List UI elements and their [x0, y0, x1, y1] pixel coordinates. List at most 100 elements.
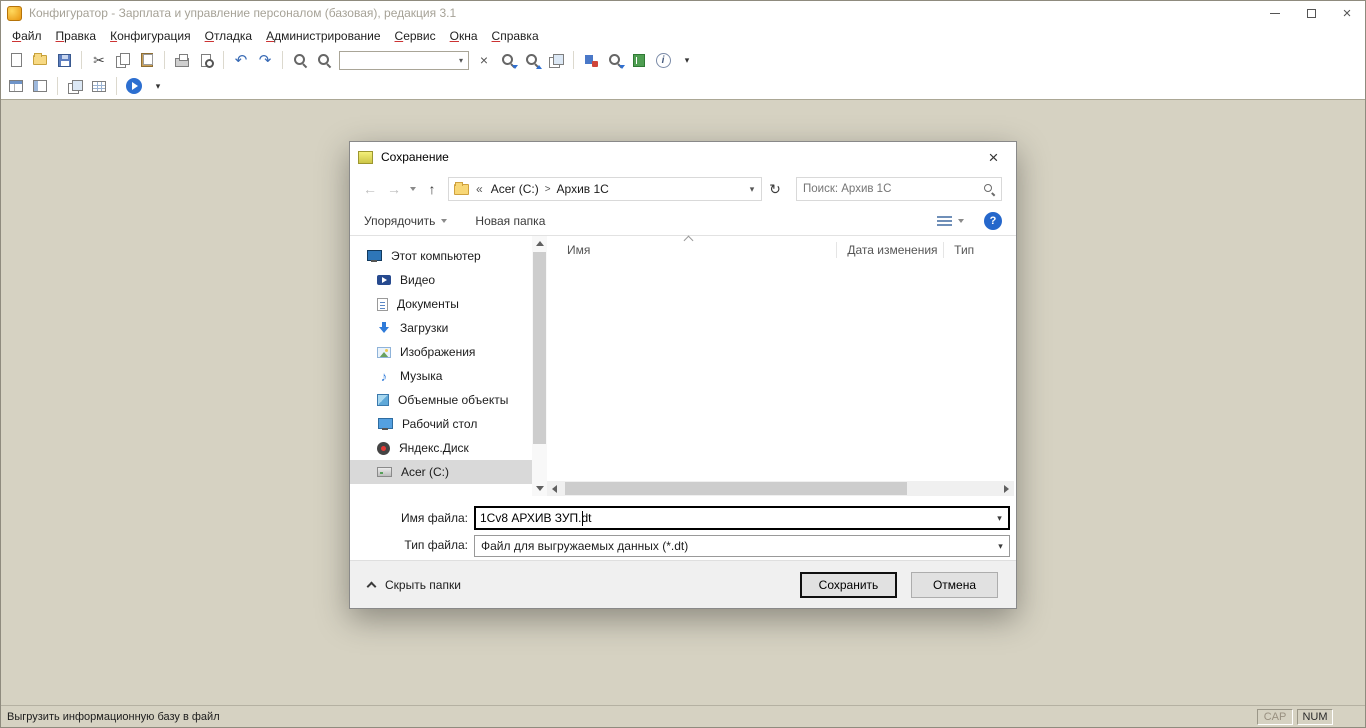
find-button[interactable] [289, 49, 311, 71]
sidebar-item-label: Изображения [400, 345, 475, 359]
breadcrumb-folder[interactable]: Архив 1С [554, 182, 612, 196]
organize-button[interactable]: Упорядочить [364, 214, 447, 228]
menu-help[interactable]: Справка [485, 26, 546, 46]
scroll-down-button[interactable] [532, 481, 547, 496]
save-file-button[interactable] [53, 49, 75, 71]
copy-button[interactable] [112, 49, 134, 71]
interface-icon [33, 80, 47, 92]
new-file-icon [11, 53, 22, 67]
sidebar-item-drive-c[interactable]: Acer (C:) [350, 460, 532, 484]
about-button[interactable] [652, 49, 674, 71]
toolbar-overflow-button[interactable]: ▾ [676, 49, 698, 71]
open-file-button[interactable] [29, 49, 51, 71]
clear-find-button[interactable]: × [473, 49, 495, 71]
sidebar-item-desktop[interactable]: Рабочий стол [350, 412, 532, 436]
menu-service[interactable]: Сервис [388, 26, 443, 46]
sidebar-item-pictures[interactable]: Изображения [350, 340, 532, 364]
save-icon [58, 54, 71, 67]
find-input[interactable] [340, 53, 454, 67]
menu-administration[interactable]: Администрирование [259, 26, 387, 46]
menu-debug[interactable]: Отладка [198, 26, 259, 46]
new-file-button[interactable] [5, 49, 27, 71]
module-search-button[interactable] [604, 49, 626, 71]
toolbar-separator [282, 51, 283, 69]
start-debug-button[interactable] [123, 75, 145, 97]
redo-button[interactable]: ↷ [254, 49, 276, 71]
syntax-help-button[interactable] [628, 49, 650, 71]
filename-combobox[interactable]: ▾ [474, 506, 1010, 530]
check-syntax-button[interactable] [580, 49, 602, 71]
menu-windows[interactable]: Окна [443, 26, 485, 46]
forward-button[interactable]: → [382, 177, 406, 201]
back-button[interactable]: ← [358, 177, 382, 201]
cut-button[interactable]: ✂ [88, 49, 110, 71]
help-button[interactable] [984, 212, 1002, 230]
change-view-button[interactable] [937, 215, 964, 227]
find-next-button[interactable] [497, 49, 519, 71]
history-dropdown-button[interactable] [406, 187, 420, 191]
up-button[interactable]: ↑ [420, 177, 444, 201]
sidebar-item-3d-objects[interactable]: Объемные объекты [350, 388, 532, 412]
table-button[interactable] [88, 75, 110, 97]
desktop-icon [377, 417, 393, 431]
print-preview-button[interactable] [195, 49, 217, 71]
menu-file[interactable]: Файл [5, 26, 49, 46]
window-list-button[interactable] [545, 49, 567, 71]
sidebar-item-downloads[interactable]: Загрузки [350, 316, 532, 340]
chevron-down-icon[interactable]: ▾ [991, 508, 1008, 528]
find-combobox[interactable]: ▾ [339, 51, 469, 70]
hide-folders-button[interactable]: Скрыть папки [368, 578, 461, 592]
undo-button[interactable]: ↶ [230, 49, 252, 71]
scrollbar-thumb[interactable] [533, 252, 546, 444]
close-button[interactable]: × [1329, 1, 1365, 25]
sidebar-item-music[interactable]: ♪ Музыка [350, 364, 532, 388]
maximize-button[interactable] [1293, 1, 1329, 25]
filename-input[interactable] [476, 511, 991, 525]
configurator-window: Конфигуратор - Зарплата и управление пер… [0, 0, 1366, 728]
find-previous-button[interactable] [521, 49, 543, 71]
horizontal-scrollbar[interactable] [547, 481, 1014, 496]
search-input[interactable] [797, 183, 1001, 195]
cancel-button[interactable]: Отмена [911, 572, 998, 598]
menu-edit[interactable]: Правка [49, 26, 104, 46]
search-box[interactable] [796, 177, 1002, 201]
breadcrumb-drive[interactable]: Acer (C:) [488, 182, 542, 196]
filetype-combobox[interactable]: Файл для выгружаемых данных (*.dt) ▾ [474, 535, 1010, 557]
sidebar-item-documents[interactable]: Документы [350, 292, 532, 316]
address-dropdown-button[interactable]: ▾ [743, 184, 761, 195]
save-button[interactable]: Сохранить [800, 572, 897, 598]
interface-button[interactable] [29, 75, 51, 97]
scrollbar-thumb[interactable] [565, 482, 907, 495]
print-button[interactable] [171, 49, 193, 71]
open-configuration-button[interactable] [5, 75, 27, 97]
sidebar-item-this-pc[interactable]: Этот компьютер [350, 244, 532, 268]
chevron-down-icon[interactable]: ▾ [992, 536, 1009, 556]
standard-toolbar: ✂ ↶ ↷ ▾ × ▾ [1, 47, 1365, 73]
sidebar-item-video[interactable]: Видео [350, 268, 532, 292]
arrow-up-icon [536, 65, 542, 69]
new-folder-button[interactable]: Новая папка [475, 214, 545, 228]
dialog-close-button[interactable]: × [971, 142, 1016, 172]
clear-icon: × [480, 53, 488, 67]
exchange-button[interactable] [64, 75, 86, 97]
sidebar-scrollbar[interactable] [532, 236, 547, 496]
scroll-up-button[interactable] [532, 236, 547, 251]
minimize-button[interactable] [1257, 1, 1293, 25]
toolbar-separator [573, 51, 574, 69]
column-header-date[interactable]: Дата изменения [837, 236, 943, 264]
menu-configuration[interactable]: Конфигурация [103, 26, 198, 46]
status-bar: Выгрузить информационную базу в файл CAP… [1, 705, 1365, 727]
chevron-down-icon[interactable]: ▾ [454, 52, 468, 69]
debug-options-button[interactable]: ▾ [147, 75, 169, 97]
column-header-type[interactable]: Тип [944, 236, 1014, 264]
scroll-left-button[interactable] [547, 481, 562, 496]
address-bar[interactable]: « Acer (C:) > Архив 1С ▾ [448, 177, 762, 201]
sidebar-item-yandex-disk[interactable]: Яндекс.Диск [350, 436, 532, 460]
address-collapsed-chevrons[interactable]: « [476, 182, 483, 196]
replace-button[interactable] [313, 49, 335, 71]
dialog-titlebar[interactable]: Сохранение × [350, 142, 1016, 172]
paste-button[interactable] [136, 49, 158, 71]
refresh-button[interactable]: ↻ [762, 177, 788, 201]
scroll-right-button[interactable] [999, 481, 1014, 496]
navigation-pane: Этот компьютер Видео Документы Загрузки … [350, 236, 532, 496]
